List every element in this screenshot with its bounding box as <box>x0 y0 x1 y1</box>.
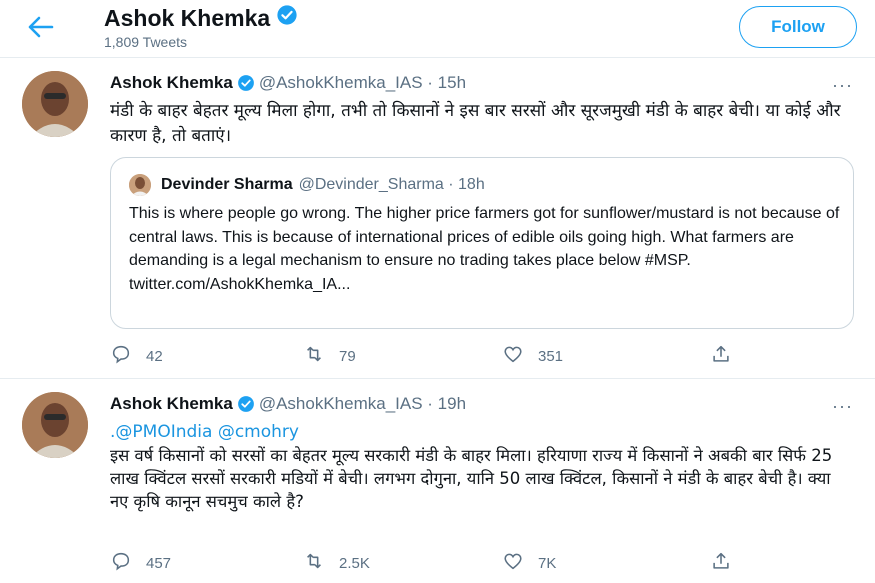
share-button[interactable] <box>710 550 732 576</box>
verified-badge-icon <box>237 395 255 413</box>
tweet-header: Ashok Khemka @AshokKhemka_IAS · 15h <box>110 73 466 93</box>
tweet-actions: 457 2.5K 7K <box>110 550 750 576</box>
quoted-author-handle-time: @Devinder_Sharma · 18h <box>298 176 485 193</box>
follow-button[interactable]: Follow <box>739 6 857 48</box>
share-button[interactable] <box>710 343 732 369</box>
heart-icon <box>502 343 524 369</box>
reply-button[interactable]: 42 <box>110 343 163 369</box>
retweet-count: 79 <box>339 347 356 365</box>
author-handle-time[interactable]: @AshokKhemka_IAS · 15h <box>259 73 466 93</box>
reply-button[interactable]: 457 <box>110 550 171 576</box>
quoted-tweet-header: Devinder Sharma @Devinder_Sharma · 18h <box>129 174 485 196</box>
author-handle-time[interactable]: @AshokKhemka_IAS · 19h <box>259 394 466 414</box>
like-count: 351 <box>538 347 564 365</box>
author-name[interactable]: Ashok Khemka <box>110 394 233 414</box>
quoted-tweet-text: This is where people go wrong. The highe… <box>129 205 840 293</box>
tweet[interactable]: Ashok Khemka @AshokKhemka_IAS · 15h ··· … <box>0 59 875 379</box>
avatar[interactable] <box>22 71 88 137</box>
like-button[interactable]: 7K <box>502 550 556 576</box>
author-name[interactable]: Ashok Khemka <box>110 73 233 93</box>
share-icon <box>710 550 732 576</box>
tweet-text: इस वर्ष किसानों को सरसों का बेहतर मूल्य … <box>110 446 833 511</box>
retweet-icon <box>303 343 325 369</box>
verified-badge-icon <box>237 74 255 92</box>
profile-name: Ashok Khemka <box>104 4 271 31</box>
profile-name-title: Ashok Khemka <box>104 4 298 32</box>
share-icon <box>710 343 732 369</box>
avatar[interactable] <box>22 392 88 458</box>
more-options-icon[interactable]: ··· <box>832 396 853 417</box>
tweet-actions: 42 79 351 <box>110 343 750 369</box>
tweet[interactable]: Ashok Khemka @AshokKhemka_IAS · 19h ··· … <box>0 380 875 583</box>
retweet-icon <box>303 550 325 576</box>
reply-count: 457 <box>146 554 172 572</box>
quoted-author-name: Devinder Sharma <box>161 176 293 193</box>
like-count: 7K <box>538 554 557 572</box>
quoted-tweet[interactable]: Devinder Sharma @Devinder_Sharma · 18h T… <box>110 157 854 329</box>
back-arrow-icon[interactable] <box>24 12 58 42</box>
retweet-count: 2.5K <box>339 554 370 572</box>
tweet-header: Ashok Khemka @AshokKhemka_IAS · 19h <box>110 394 466 414</box>
tweet-count: 1,809 Tweets <box>104 34 188 50</box>
quoted-avatar <box>129 174 151 196</box>
mention-links[interactable]: .@PMOIndia @cmohry <box>110 420 850 445</box>
reply-icon <box>110 343 132 369</box>
reply-count: 42 <box>146 347 163 365</box>
profile-header: Ashok Khemka 1,809 Tweets Follow <box>0 0 875 58</box>
retweet-button[interactable]: 79 <box>303 343 356 369</box>
reply-icon <box>110 550 132 576</box>
tweet-text: मंडी के बाहर बेहतर मूल्य मिला होगा, तभी … <box>110 101 841 146</box>
retweet-button[interactable]: 2.5K <box>303 550 370 576</box>
heart-icon <box>502 550 524 576</box>
more-options-icon[interactable]: ··· <box>832 75 853 96</box>
like-button[interactable]: 351 <box>502 343 563 369</box>
verified-badge-icon <box>276 4 298 32</box>
